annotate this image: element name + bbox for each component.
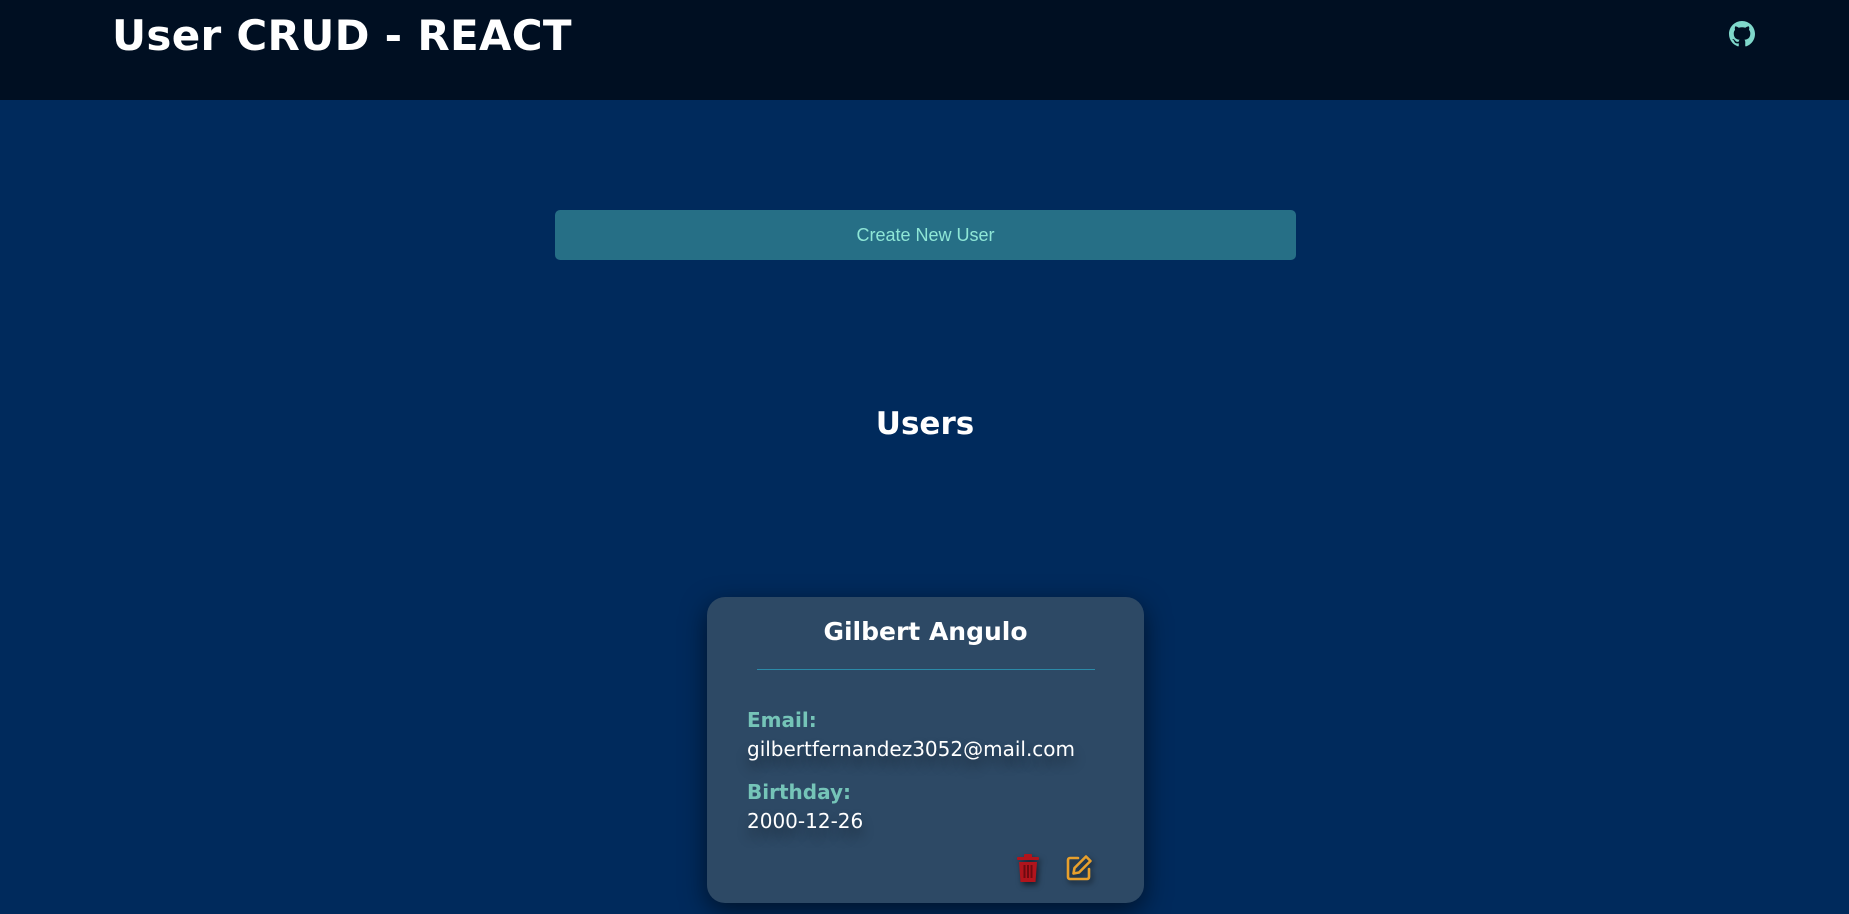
card-divider	[757, 669, 1095, 670]
birthday-label: Birthday:	[747, 780, 851, 804]
email-value: gilbertfernandez3052@mail.com	[747, 737, 1076, 761]
github-icon[interactable]	[1727, 19, 1757, 49]
app-header: User CRUD - REACT	[0, 0, 1849, 100]
create-new-user-button[interactable]: Create New User	[555, 210, 1296, 260]
user-name: Gilbert Angulo	[823, 617, 1028, 646]
birthday-value: 2000-12-26	[747, 809, 864, 833]
email-label: Email:	[747, 708, 817, 732]
users-heading: Users	[875, 406, 975, 442]
edit-icon[interactable]	[1064, 853, 1094, 883]
trash-icon[interactable]	[1013, 853, 1043, 883]
app-title: User CRUD - REACT	[112, 11, 572, 60]
user-card: Gilbert Angulo Email: gilbertfernandez30…	[707, 597, 1144, 903]
